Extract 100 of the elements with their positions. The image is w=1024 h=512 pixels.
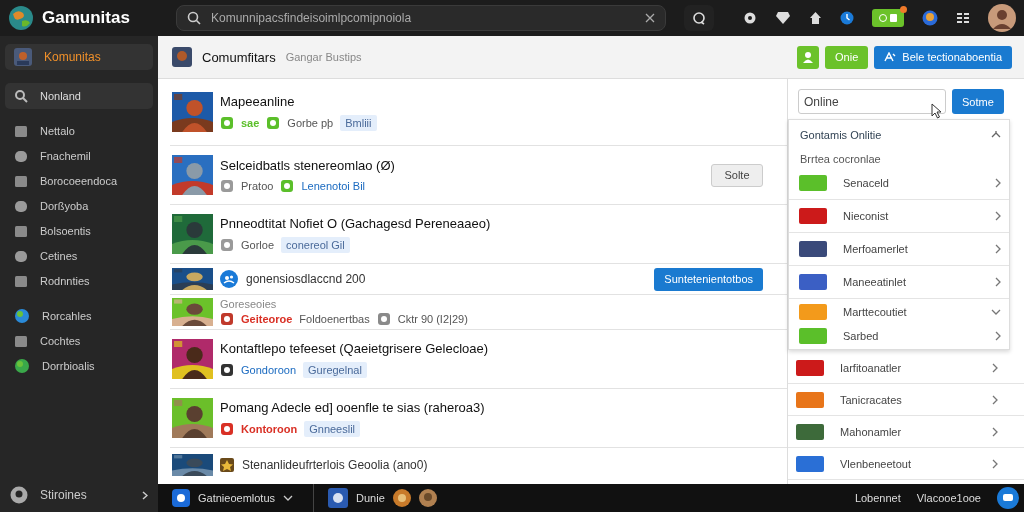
pin-icon[interactable] bbox=[991, 130, 1001, 140]
post-title: gonensiosdlaccnd 200 bbox=[246, 272, 366, 286]
user-label: Dunie bbox=[356, 492, 385, 504]
toggle-icon bbox=[878, 13, 898, 23]
search-field[interactable]: Komunnipacsfindeisoimlpcomipnoiola bbox=[176, 5, 666, 31]
post-caption: Goreseoies bbox=[220, 298, 278, 310]
header-button[interactable]: Bele tectionaboentia bbox=[874, 45, 1012, 69]
dropdown-item[interactable]: Senaceld bbox=[789, 167, 1009, 200]
dropdown-title: Gontamis Onlitie bbox=[800, 129, 882, 141]
sidebar-item[interactable]: Bolsoentis bbox=[5, 220, 153, 242]
post-row[interactable]: gonensiosdlaccnd 200 Suntetenientotbos bbox=[170, 264, 787, 295]
meta-link[interactable]: Gondoroon bbox=[241, 363, 297, 376]
settings-icon[interactable] bbox=[743, 11, 757, 25]
dropdown-item[interactable]: Merfoamerlet bbox=[789, 233, 1009, 266]
grid-icon[interactable] bbox=[956, 11, 970, 25]
page-title: Comumfitars bbox=[202, 49, 276, 65]
app-icon[interactable] bbox=[172, 489, 190, 507]
menu-item-icon bbox=[14, 249, 28, 263]
sidebar-item[interactable]: Rodnnties bbox=[5, 270, 153, 292]
chevron-right-icon bbox=[142, 490, 148, 500]
post-row[interactable]: Kontaftlepo tefeeset (Qaeietgrisere Gelecloae) Gondoroon Guregelnal bbox=[170, 330, 787, 389]
avatar-icon[interactable] bbox=[418, 489, 437, 507]
tag-label: conereol Gil bbox=[281, 236, 350, 253]
post-title: Mapeeanline bbox=[220, 93, 295, 109]
app-icon[interactable] bbox=[328, 488, 349, 508]
clock-icon[interactable] bbox=[840, 11, 854, 25]
page-subtitle: Gangar Bustips bbox=[285, 51, 362, 63]
chevron-down-icon[interactable] bbox=[283, 495, 294, 501]
meta-text: sae bbox=[241, 116, 260, 129]
sidebar-item[interactable]: Komunitas bbox=[5, 44, 153, 70]
post-title: Stenanlideufrterlois Geoolia (ano0) bbox=[242, 458, 428, 472]
sidebar-item[interactable]: Dorßyoba bbox=[5, 195, 153, 217]
dropdown-item[interactable]: Sarbed bbox=[789, 325, 1009, 347]
post-row[interactable]: Pnneodtitat Nofiet O (Gachagesd Pereneaaeo) Gorloe conereol Gil bbox=[170, 205, 787, 264]
home-icon[interactable] bbox=[809, 11, 822, 25]
meta-text: Gorbe pþ bbox=[287, 116, 334, 129]
chat-button[interactable] bbox=[684, 5, 714, 31]
game-icon[interactable] bbox=[922, 10, 938, 26]
avatar-icon[interactable] bbox=[392, 489, 411, 507]
meta-text: Pratoo bbox=[241, 179, 274, 192]
game-icon bbox=[172, 47, 192, 67]
meta-link[interactable]: Lenenotoi Bil bbox=[301, 179, 366, 192]
sidebar-item[interactable]: Fnachemil bbox=[5, 145, 153, 167]
sidebar-item[interactable]: Cetines bbox=[5, 245, 153, 267]
chat-icon[interactable] bbox=[997, 487, 1019, 509]
status-text: Lobennet bbox=[854, 492, 901, 504]
list-item[interactable]: Tanicracates bbox=[788, 384, 1024, 416]
chevron-right-icon bbox=[992, 394, 998, 405]
tag-label: Guregelnal bbox=[303, 361, 367, 378]
globe-icon bbox=[14, 358, 30, 374]
sidebar-item[interactable]: Rorcahles bbox=[5, 305, 153, 327]
app-name: Gamunitas bbox=[42, 8, 130, 28]
post-title: Pomang Adecle ed] ooenfle te sias (raheroa3) bbox=[220, 399, 485, 415]
globe-icon bbox=[14, 308, 30, 324]
list-item[interactable]: Iarfitoanatler bbox=[788, 352, 1024, 384]
tag-label: Bmliii bbox=[340, 114, 377, 131]
chevron-right-icon bbox=[992, 362, 998, 373]
workspace-label[interactable]: Gatnieoemlotus bbox=[198, 492, 276, 504]
diamond-icon[interactable] bbox=[775, 11, 791, 25]
badge-icon bbox=[220, 458, 234, 472]
chevron-right-icon bbox=[992, 458, 998, 469]
meta-text: Foldoenertbas bbox=[299, 313, 370, 325]
close-icon[interactable] bbox=[645, 13, 655, 23]
dropdown-subtitle: Brrtea cocronlae bbox=[799, 152, 882, 167]
chat-icon bbox=[692, 11, 706, 25]
sidebar-item[interactable]: Nonland bbox=[5, 83, 153, 109]
search-button[interactable]: Sotme bbox=[952, 89, 1004, 114]
menu-item-icon bbox=[14, 199, 28, 213]
sidebar-item[interactable]: Dorrbioalis bbox=[5, 355, 153, 377]
menu-item-icon bbox=[14, 334, 28, 348]
user-icon bbox=[802, 51, 815, 63]
menu-item-icon bbox=[14, 124, 28, 138]
menu-item-icon bbox=[14, 174, 28, 188]
post-row[interactable]: Mapeeanline sae Gorbe pþ Bmliii bbox=[170, 79, 787, 146]
sidebar-item[interactable]: Nettalo bbox=[5, 120, 153, 142]
meta-text: Gorloe bbox=[241, 238, 275, 251]
meta-text: Cktr 90 (I2|29) bbox=[397, 313, 468, 325]
sidebar-footer-item[interactable]: Stiroines bbox=[5, 482, 153, 508]
list-item[interactable]: Mahonamler bbox=[788, 416, 1024, 448]
post-action-button[interactable]: Solte bbox=[711, 163, 763, 187]
dropdown-item[interactable]: Maneeatinlet bbox=[789, 266, 1009, 299]
game-icon bbox=[14, 48, 32, 66]
notification-badge[interactable] bbox=[872, 9, 904, 27]
post-row[interactable]: Stenanlideufrterlois Geoolia (ano0) bbox=[170, 448, 787, 482]
sidebar-item[interactable]: Borocoeendoca bbox=[5, 170, 153, 192]
post-title: Pnneodtitat Nofiet O (Gachagesd Pereneaaeo) bbox=[220, 215, 491, 231]
search-icon bbox=[14, 89, 28, 103]
status-text: Vlacooe1ooe bbox=[916, 492, 981, 504]
list-item[interactable]: Vlenbeneetout bbox=[788, 448, 1024, 480]
post-row[interactable]: Goreseoies Geiteoroe Foldoenertbas Cktr 90 (I2|29) bbox=[170, 295, 787, 330]
post-action-button[interactable]: Suntetenientotbos bbox=[654, 267, 763, 291]
dropdown-item[interactable]: Marttecoutiet bbox=[789, 299, 1009, 325]
chevron-right-icon bbox=[992, 426, 998, 437]
dropdown-item[interactable]: Nieconist bbox=[789, 200, 1009, 233]
filter-field[interactable]: Online bbox=[798, 89, 946, 114]
avatar-icon[interactable] bbox=[988, 4, 1016, 32]
post-row[interactable]: Pomang Adecle ed] ooenfle te sias (raheroa3) Kontoroon Gnneeslil bbox=[170, 389, 787, 448]
post-row[interactable]: Selceidbatls stenereomlao (Ø) Pratoo Lenenotoi Bil Solte bbox=[170, 146, 787, 205]
search-input[interactable]: Komunnipacsfindeisoimlpcomipnoiola bbox=[209, 10, 637, 26]
sidebar-item[interactable]: Cochtes bbox=[5, 330, 153, 352]
